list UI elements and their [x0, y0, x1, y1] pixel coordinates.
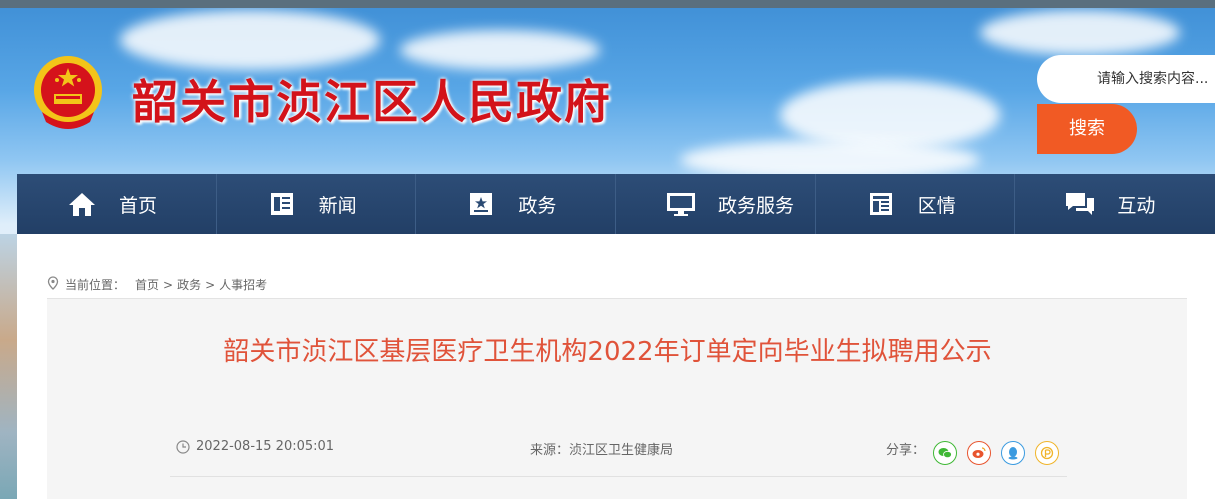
article-panel	[47, 299, 1187, 499]
nav-label: 政务	[518, 194, 557, 217]
qzone-icon[interactable]	[1035, 441, 1059, 465]
top-border	[0, 0, 1215, 8]
search-input[interactable]: 请输入搜索内容...	[1037, 55, 1215, 103]
weibo-icon[interactable]	[967, 441, 991, 465]
nav-item-interact[interactable]: 互动	[1015, 174, 1215, 234]
article-source: 来源：浈江区卫生健康局	[530, 443, 674, 458]
nav-item-services[interactable]: 政务服务	[616, 174, 816, 234]
article-title: 韶关市浈江区基层医疗卫生机构2022年订单定向毕业生拟聘用公示	[223, 337, 992, 367]
breadcrumb-separator: >	[205, 277, 216, 292]
chat-icon	[1065, 189, 1095, 219]
main-nav: 首页 新闻 政务 政务服务 区情 互动	[17, 174, 1215, 234]
article-datetime: 2022-08-15 20:05:01	[196, 439, 335, 454]
cloud-decoration	[120, 10, 380, 70]
breadcrumb-separator: >	[163, 277, 174, 292]
site-title[interactable]: 韶关市浈江区人民政府	[132, 66, 612, 132]
clock-icon	[176, 439, 190, 454]
divider	[170, 476, 1067, 477]
share-label: 分享：	[886, 443, 926, 458]
article-date: 2022-08-15 20:05:01	[176, 439, 334, 454]
document-icon	[866, 189, 896, 219]
nav-label: 新闻	[318, 194, 357, 217]
wechat-icon[interactable]	[933, 441, 957, 465]
qq-icon[interactable]	[1001, 441, 1025, 465]
nav-item-district[interactable]: 区情	[816, 174, 1016, 234]
nav-label: 首页	[119, 194, 158, 217]
nav-item-home[interactable]: 首页	[17, 174, 217, 234]
breadcrumb-link-government[interactable]: 政务	[177, 276, 201, 293]
national-emblem-logo[interactable]	[30, 52, 106, 132]
monitor-icon	[666, 189, 696, 219]
city-background	[0, 234, 17, 499]
location-icon	[47, 276, 59, 293]
breadcrumb-link-home[interactable]: 首页	[135, 276, 159, 293]
nav-item-government[interactable]: 政务	[416, 174, 617, 234]
breadcrumb-link-recruitment[interactable]: 人事招考	[219, 276, 267, 293]
newspaper-icon	[267, 189, 297, 219]
nav-item-news[interactable]: 新闻	[217, 174, 417, 234]
cloud-decoration	[980, 10, 1180, 55]
home-icon	[67, 189, 97, 219]
government-icon	[466, 189, 496, 219]
nav-label: 政务服务	[718, 194, 795, 217]
nav-label: 互动	[1117, 194, 1156, 217]
breadcrumb-prefix: 当前位置：	[65, 278, 126, 292]
nav-label: 区情	[917, 194, 956, 217]
search-button[interactable]: 搜索	[1037, 104, 1137, 154]
breadcrumb: 当前位置： 首页 > 政务 > 人事招考	[47, 276, 271, 293]
cloud-decoration	[400, 30, 600, 70]
